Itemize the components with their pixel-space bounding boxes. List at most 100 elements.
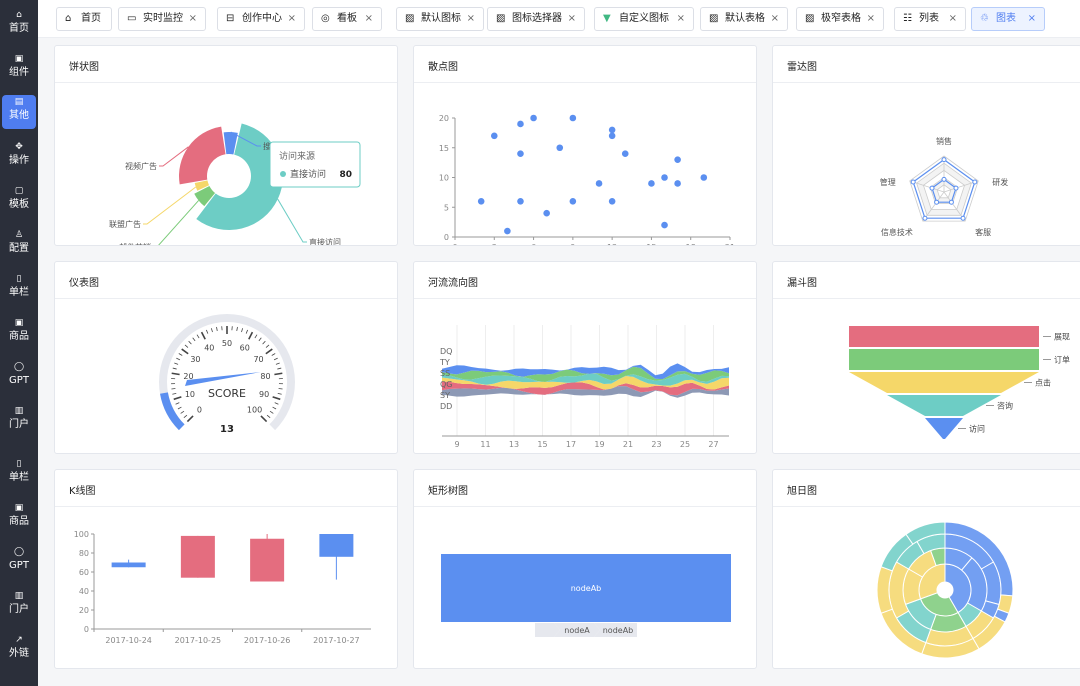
kline-candle[interactable] <box>250 538 285 582</box>
table-icon: ▨ <box>709 13 719 24</box>
close-icon[interactable]: × <box>189 8 197 30</box>
scatter-point[interactable] <box>530 114 537 122</box>
close-icon[interactable]: × <box>771 8 779 30</box>
portal-icon: ▥ <box>14 591 24 601</box>
y-tick-label: 0 <box>444 233 449 242</box>
scatter-point[interactable] <box>621 150 629 157</box>
nav-item-components[interactable]: ▣ 组件 <box>2 52 36 86</box>
gauge-tick-label: 10 <box>185 390 195 399</box>
pie-tooltip: 访问来源直接访问 80 <box>269 141 361 188</box>
nav-item-products-2[interactable]: ▣ 商品 <box>2 501 36 535</box>
gauge-tick <box>173 396 182 401</box>
funnel-segment[interactable] <box>849 349 1039 370</box>
radar-point[interactable] <box>948 199 954 205</box>
funnel-segment[interactable] <box>849 372 1039 393</box>
radar-point[interactable] <box>922 215 928 221</box>
scatter-point[interactable] <box>504 227 511 235</box>
scatter-point[interactable] <box>569 198 577 205</box>
close-icon[interactable]: × <box>365 8 373 30</box>
scatter-point[interactable] <box>569 114 577 122</box>
tab-list[interactable]: ☷ 列表 × <box>894 7 966 31</box>
nav-item-templates[interactable]: ▢ 模板 <box>2 184 36 218</box>
nav-item-products[interactable]: ▣ 商品 <box>2 316 36 350</box>
radar-point[interactable] <box>972 179 978 185</box>
close-icon[interactable]: × <box>288 8 296 30</box>
tab-icon-picker[interactable]: ▨ 图标选择器 × <box>487 7 585 31</box>
funnel-segment[interactable] <box>925 418 963 439</box>
scatter-point[interactable] <box>477 198 485 205</box>
scatter-point[interactable] <box>556 144 564 152</box>
nav-item-portal[interactable]: ▥ 门户 <box>2 404 36 438</box>
scatter-point[interactable] <box>648 180 655 187</box>
tab-default-table[interactable]: ▨ 默认表格 × <box>700 7 788 31</box>
scatter-point[interactable] <box>608 132 616 140</box>
funnel-segment[interactable] <box>849 326 1039 347</box>
close-icon[interactable]: × <box>467 8 475 30</box>
scatter-point[interactable] <box>595 180 603 187</box>
pie-slice[interactable] <box>179 126 226 185</box>
scatter-point[interactable] <box>517 150 524 157</box>
tab-creation-center[interactable]: ⊟ 创作中心 × <box>217 7 305 31</box>
scatter-point[interactable] <box>674 180 681 187</box>
kline-candle[interactable] <box>319 534 354 557</box>
radar-point[interactable] <box>910 179 916 185</box>
nav-item-operations[interactable]: ✥ 操作 <box>2 140 36 174</box>
tab-dashboard[interactable]: ◎ 看板 × <box>312 7 382 31</box>
nav-item-portal-2[interactable]: ▥ 门户 <box>2 589 36 623</box>
gauge-tick <box>258 337 262 342</box>
nav-item-gpt-2[interactable]: ◯ GPT <box>2 545 36 579</box>
funnel-segment[interactable] <box>887 395 1001 416</box>
tab-charts[interactable]: ♲ 图表 × <box>971 7 1045 31</box>
gauge-tick <box>248 331 254 340</box>
component-icon: ▣ <box>14 54 24 64</box>
radar-point[interactable] <box>960 215 966 221</box>
scatter-point[interactable] <box>608 126 616 134</box>
close-icon[interactable]: × <box>867 8 875 30</box>
gauge-tick <box>236 326 238 331</box>
gauge-tick-label: 80 <box>260 372 270 381</box>
tab-realtime-monitor[interactable]: ▭ 实时监控 × <box>118 7 206 31</box>
gauge-tick <box>183 414 188 419</box>
kline-candle[interactable] <box>111 562 146 568</box>
tooltip-value: 80 <box>339 170 352 180</box>
nav-item-config[interactable]: ♙ 配置 <box>2 228 36 262</box>
x-tick-label: 27 <box>708 440 718 449</box>
nav-item-other[interactable]: ▤ 其他 <box>2 95 36 129</box>
column-icon: ▯ <box>16 459 22 469</box>
gauge-tick <box>171 372 180 376</box>
close-icon[interactable]: × <box>568 8 576 30</box>
tab-narrow-table[interactable]: ▨ 极窄表格 × <box>796 7 884 31</box>
scatter-point[interactable] <box>543 209 550 217</box>
kline-candle[interactable] <box>180 535 215 578</box>
nav-item-single-column-2[interactable]: ▯ 单栏 <box>2 457 36 491</box>
close-icon[interactable]: × <box>949 8 957 30</box>
scatter-point[interactable] <box>661 221 668 229</box>
card-river-chart: 河流流向图 9 11 13 15 17 19 21 23 25 27 DQ TY SS QG SY DD <box>413 261 757 454</box>
scatter-point[interactable] <box>674 156 681 163</box>
close-icon[interactable]: × <box>1028 8 1036 30</box>
close-icon[interactable]: × <box>677 8 685 30</box>
scatter-point[interactable] <box>517 120 524 128</box>
scatter-point[interactable] <box>700 174 708 181</box>
nav-item-home[interactable]: ⌂ 首页 <box>2 8 36 42</box>
tooltip-title: 访问来源 <box>279 150 315 162</box>
tab-label: 极窄表格 <box>821 13 861 24</box>
nav-item-single-column[interactable]: ▯ 单栏 <box>2 272 36 306</box>
scatter-point[interactable] <box>517 198 524 205</box>
scatter-point[interactable] <box>490 132 498 140</box>
scatter-point[interactable] <box>608 198 616 205</box>
radar-point[interactable] <box>934 199 940 205</box>
card-sunburst-chart: 旭日图 <box>772 469 1080 669</box>
tab-custom-icons[interactable]: ▼ 自定义图标 × <box>594 7 694 31</box>
radar-point[interactable] <box>941 157 947 163</box>
tab-label: 首页 <box>81 13 101 24</box>
scatter-point[interactable] <box>661 174 668 181</box>
radar-point[interactable] <box>953 185 959 191</box>
tab-home[interactable]: ⌂ 首页 <box>56 7 112 31</box>
nav-item-gpt[interactable]: ◯ GPT <box>2 360 36 394</box>
radar-point[interactable] <box>941 176 947 182</box>
tab-default-icons[interactable]: ▨ 默认图标 × <box>396 7 484 31</box>
radar-point[interactable] <box>929 185 935 191</box>
breadcrumb-label: nodeA <box>564 626 590 635</box>
nav-item-external-link[interactable]: ↗ 外链 <box>2 633 36 667</box>
